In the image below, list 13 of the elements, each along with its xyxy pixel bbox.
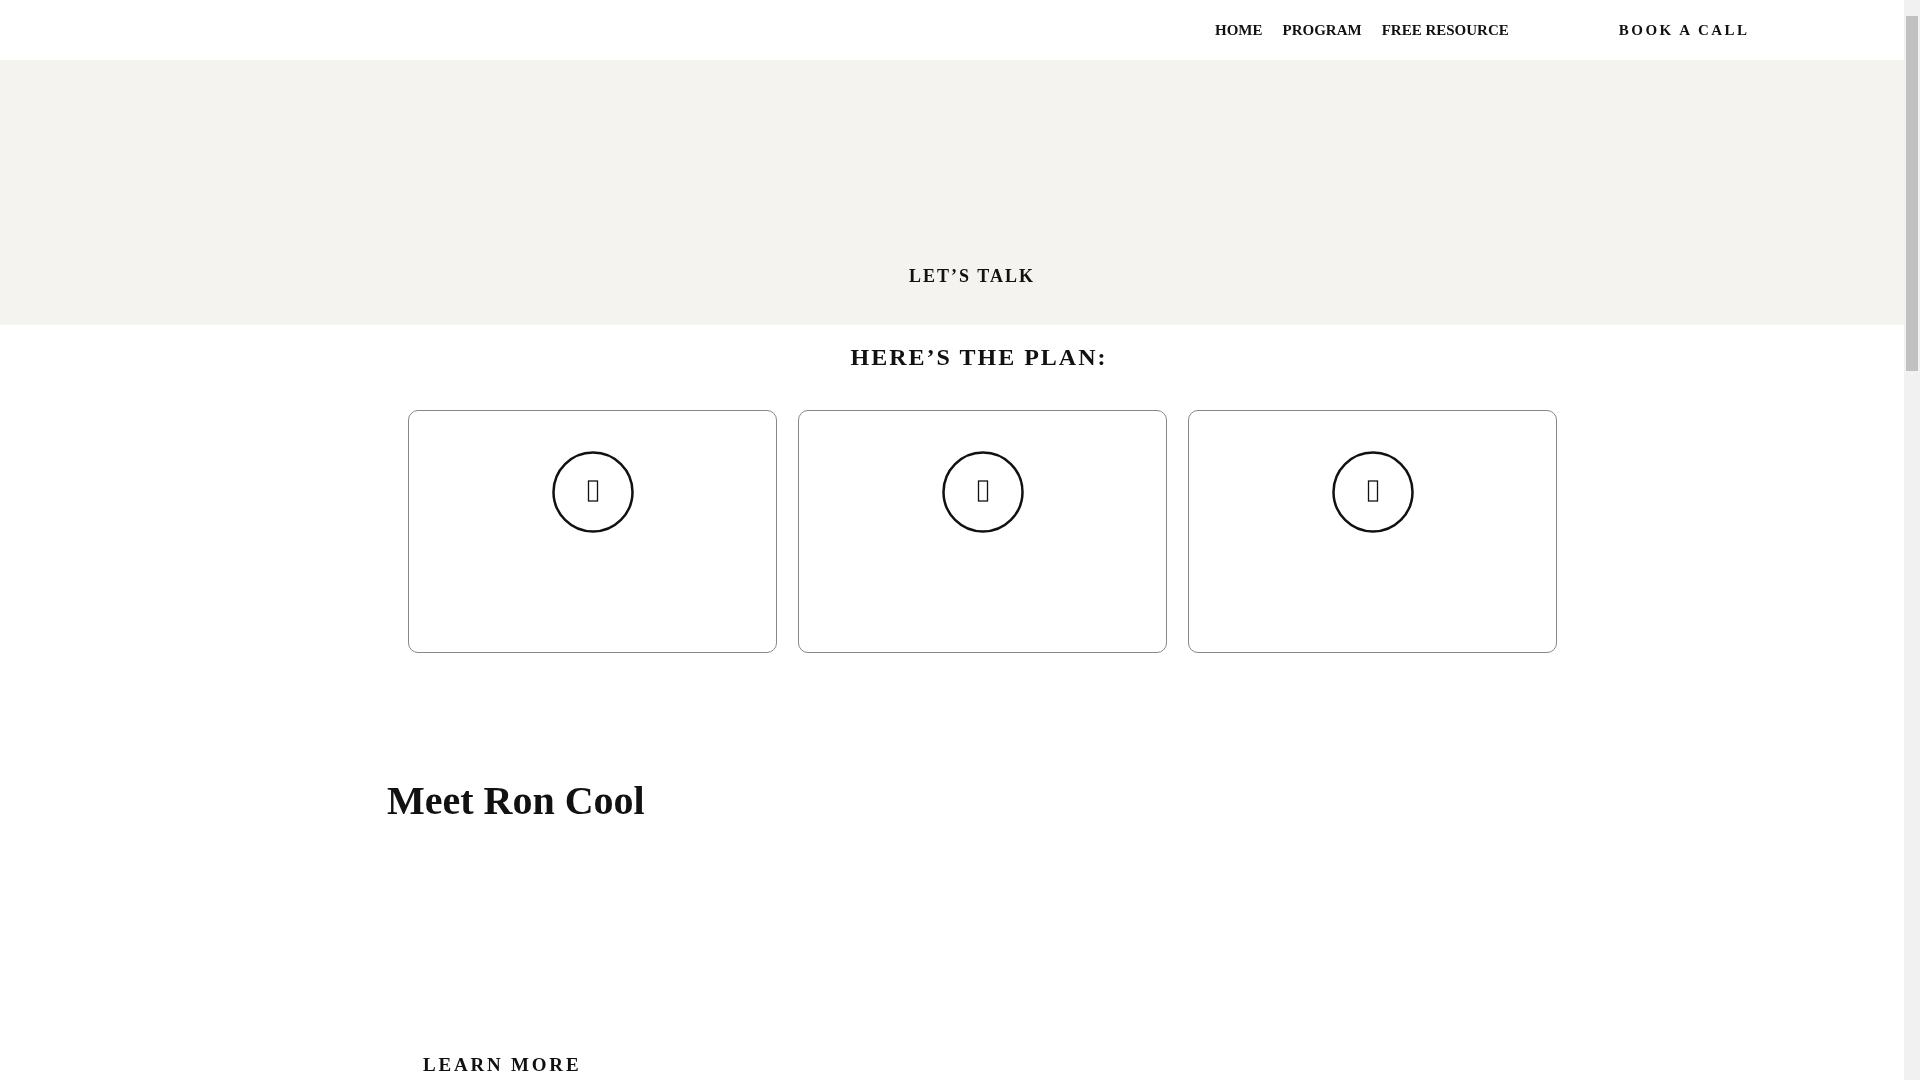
missing-glyph-icon — [941, 451, 1024, 533]
scrollbar-thumb[interactable] — [1906, 16, 1918, 371]
learn-more-link[interactable]: LEARN MORE — [423, 1054, 1904, 1076]
book-call-link[interactable]: BOOK A CALL — [1618, 21, 1750, 39]
lets-talk-link[interactable]: LET’S TALK — [909, 266, 1035, 287]
missing-glyph-icon — [1331, 451, 1414, 533]
plan-heading: HERE’S THE PLAN: — [849, 343, 1109, 372]
nav-link[interactable]: HOME — [1215, 21, 1263, 39]
about-heading: Meet Ron Cool — [387, 777, 646, 825]
nav-link[interactable]: FREE RESOURCE — [1381, 21, 1509, 39]
missing-glyph-icon — [551, 451, 634, 533]
scrollbar[interactable] — [1904, 0, 1920, 1080]
nav-link[interactable]: PROGRAM — [1282, 21, 1362, 39]
